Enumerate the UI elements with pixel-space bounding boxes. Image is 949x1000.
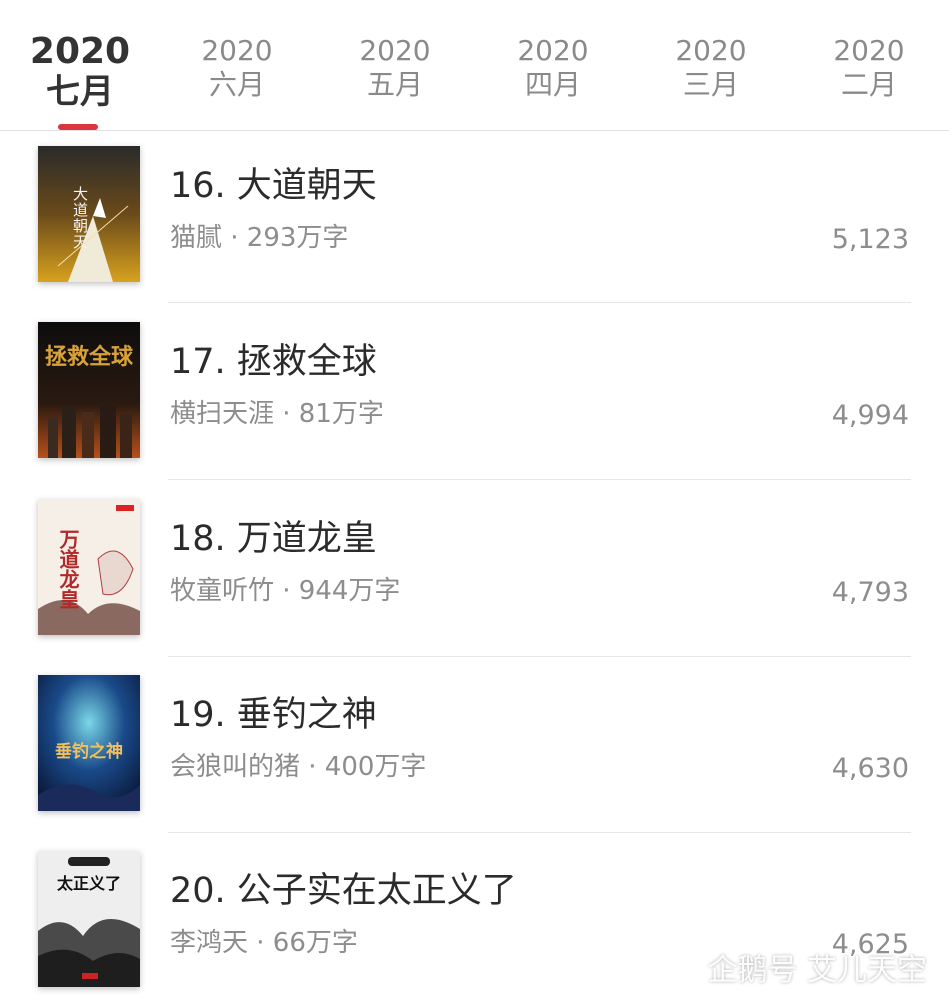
- month-tab-bar: 2020 七月 2020 六月 2020 五月 2020 四月 2020 三月 …: [0, 0, 949, 131]
- tab-month: 五月: [366, 68, 423, 101]
- book-author-wordcount: 猫腻 · 293万字: [170, 223, 349, 253]
- tab-month: 二月: [840, 68, 897, 101]
- watermark: 企鹅号 艾儿天空: [659, 944, 927, 990]
- book-list-item[interactable]: 万道龙皇 18. 万道龙皇 牧童听竹 · 944万字 4,793: [0, 499, 949, 675]
- cover-title-text: 万道龙皇: [56, 529, 80, 609]
- book-popularity-count: 4,994: [831, 400, 909, 431]
- book-title: 18. 万道龙皇: [170, 519, 377, 559]
- book-cover: 万道龙皇: [38, 499, 140, 635]
- tab-year: 2020: [359, 34, 431, 67]
- tab-month: 六月: [208, 68, 265, 101]
- tab-year: 2020: [517, 34, 589, 67]
- tab-month: 三月: [682, 68, 739, 101]
- book-cover: 拯救全球: [38, 322, 140, 458]
- book-popularity-count: 5,123: [831, 224, 909, 255]
- book-author-wordcount: 李鸿天 · 66万字: [170, 928, 358, 958]
- tab-year: 2020: [675, 34, 747, 67]
- tab-2020-may[interactable]: 2020 五月: [320, 34, 470, 102]
- penguin-icon: [665, 952, 693, 986]
- tab-2020-july[interactable]: 2020 七月: [5, 31, 155, 113]
- cover-title-text: 拯救全球: [45, 344, 134, 370]
- book-cover: 大道朝天: [38, 146, 140, 282]
- tab-year: 2020: [29, 31, 131, 72]
- book-author-wordcount: 会狼叫的猪 · 400万字: [170, 752, 427, 782]
- list-divider: [168, 656, 911, 657]
- book-title: 20. 公子实在太正义了: [170, 871, 517, 911]
- tab-2020-june[interactable]: 2020 六月: [162, 34, 312, 102]
- tab-year: 2020: [201, 34, 273, 67]
- tab-year: 2020: [833, 34, 905, 67]
- book-list-item[interactable]: 拯救全球 17. 拯救全球 横扫天涯 · 81万字 4,994: [0, 322, 949, 498]
- cover-title-text: 大道朝天: [71, 186, 89, 250]
- list-divider: [168, 832, 911, 833]
- book-title: 19. 垂钓之神: [170, 695, 377, 735]
- book-list-item[interactable]: 大道朝天 16. 大道朝天 猫腻 · 293万字 5,123: [0, 146, 949, 322]
- active-tab-indicator: [58, 124, 98, 130]
- list-divider: [168, 479, 911, 480]
- watermark-text: 企鹅号 艾儿天空: [707, 953, 927, 988]
- book-author-wordcount: 牧童听竹 · 944万字: [170, 576, 401, 606]
- tab-2020-april[interactable]: 2020 四月: [478, 34, 628, 102]
- book-author-wordcount: 横扫天涯 · 81万字: [170, 399, 384, 429]
- book-title: 16. 大道朝天: [170, 166, 377, 206]
- tab-2020-february[interactable]: 2020 二月: [794, 34, 944, 102]
- book-popularity-count: 4,793: [831, 577, 909, 608]
- tab-2020-march[interactable]: 2020 三月: [636, 34, 786, 102]
- tab-month: 四月: [524, 68, 581, 101]
- book-cover: 垂钓之神: [38, 675, 140, 811]
- book-popularity-count: 4,630: [831, 753, 909, 784]
- tab-month: 七月: [46, 72, 114, 112]
- list-divider: [168, 302, 911, 303]
- book-cover: 太正义了: [38, 851, 140, 987]
- cover-title-text: 太正义了: [56, 874, 121, 893]
- cover-title-text: 垂钓之神: [55, 741, 123, 762]
- book-title: 17. 拯救全球: [170, 342, 377, 382]
- book-list-item[interactable]: 垂钓之神 19. 垂钓之神 会狼叫的猪 · 400万字 4,630: [0, 675, 949, 851]
